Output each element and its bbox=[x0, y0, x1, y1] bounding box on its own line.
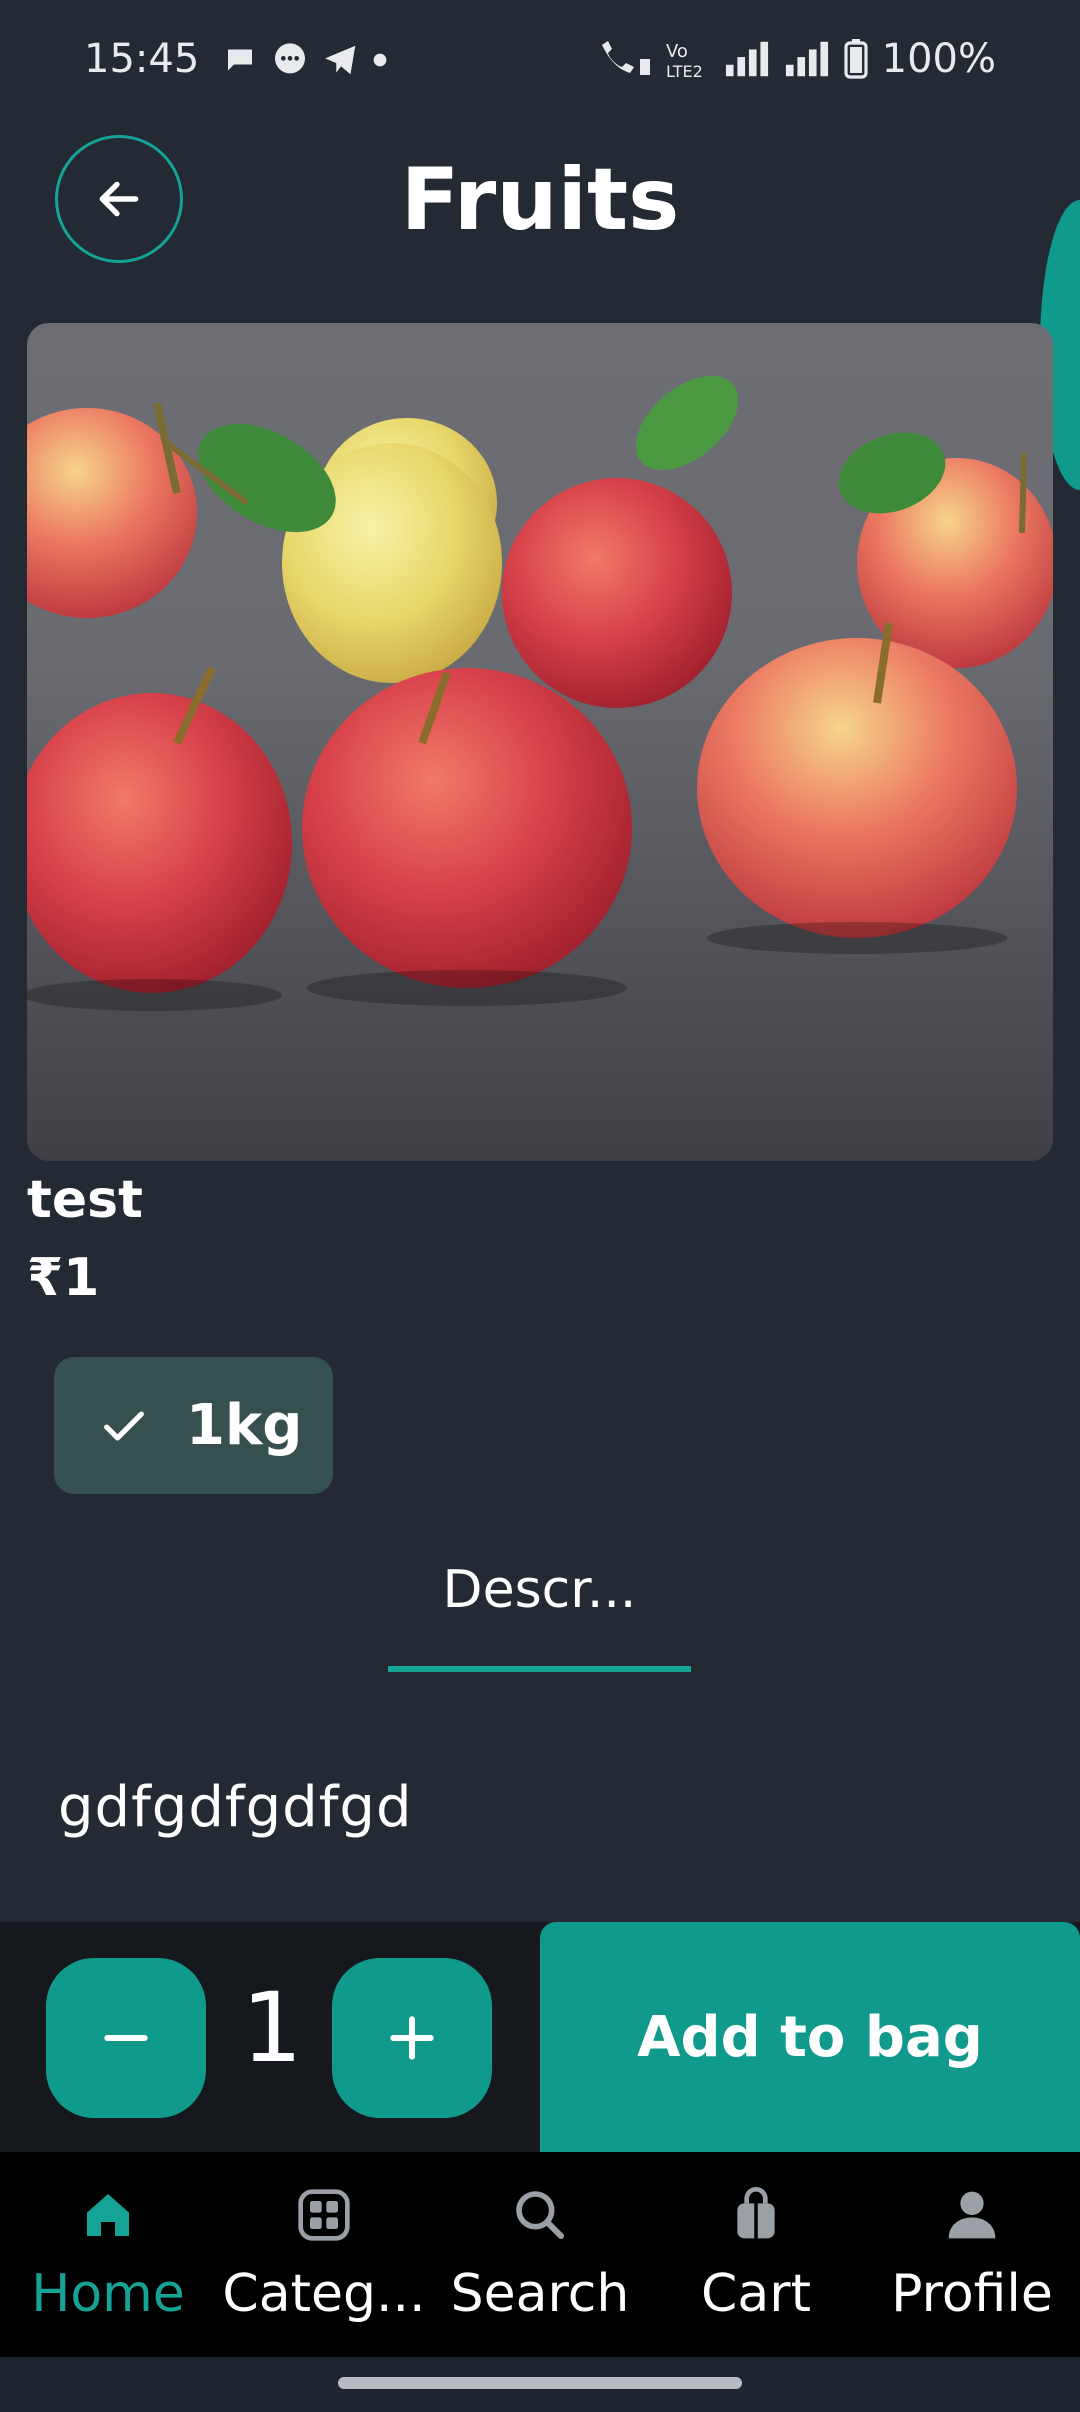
svg-text:Vo: Vo bbox=[666, 41, 688, 62]
nav-label-search: Search bbox=[450, 2264, 630, 2324]
system-status: Vo LTE2 100% bbox=[596, 36, 996, 82]
nav-label-profile: Profile bbox=[891, 2264, 1053, 2324]
wifi-call-icon bbox=[601, 41, 650, 75]
nav-item-profile[interactable]: Profile bbox=[864, 2152, 1080, 2357]
svg-text:LTE2: LTE2 bbox=[666, 62, 703, 79]
volte-icon: VoLTE2 bbox=[666, 41, 703, 79]
chat-icon bbox=[275, 43, 305, 74]
increase-quantity-button[interactable] bbox=[332, 1958, 492, 2118]
plus-icon bbox=[390, 2016, 434, 2060]
notification-icons bbox=[222, 40, 388, 80]
product-image bbox=[27, 323, 1053, 1161]
check-icon bbox=[104, 1410, 144, 1441]
apples-illustration bbox=[27, 376, 1053, 1011]
signal-icon bbox=[785, 41, 828, 77]
telegram-icon bbox=[325, 45, 356, 75]
tab-indicator bbox=[388, 1666, 691, 1672]
battery-icon bbox=[844, 39, 868, 79]
product-name: test bbox=[27, 1170, 143, 1230]
page-title: Fruits bbox=[400, 150, 680, 250]
nav-label-cart: Cart bbox=[701, 2264, 811, 2324]
decrease-quantity-button[interactable] bbox=[46, 1958, 206, 2118]
home-icon bbox=[87, 2194, 129, 2236]
battery-percent: 100% bbox=[881, 36, 996, 82]
add-to-bag-label: Add to bag bbox=[637, 2004, 983, 2070]
variant-label: 1kg bbox=[186, 1393, 303, 1458]
home-indicator[interactable] bbox=[338, 2377, 742, 2389]
bag-icon bbox=[737, 2187, 775, 2239]
minus-icon bbox=[104, 2034, 148, 2042]
product-description: gdfgdfgdfgd bbox=[58, 1775, 413, 1840]
signal-icon bbox=[725, 41, 768, 77]
nav-label-categories: Categ... bbox=[222, 2264, 426, 2324]
variant-chip-1kg[interactable]: 1kg bbox=[54, 1357, 333, 1494]
purchase-bar: 1 Add to bag bbox=[0, 1922, 1080, 2152]
nav-item-home[interactable]: Home bbox=[0, 2152, 216, 2357]
quantity-value: 1 bbox=[241, 1972, 303, 2084]
grid-icon bbox=[298, 2189, 350, 2241]
nav-label-home: Home bbox=[31, 2264, 185, 2324]
tab-description-label: Descr... bbox=[442, 1560, 637, 1620]
add-to-bag-button[interactable]: Add to bag bbox=[540, 1922, 1080, 2152]
status-bar: 15:45 Vo LTE2 100% bbox=[0, 0, 1080, 125]
nav-item-categories[interactable]: Categ... bbox=[216, 2152, 432, 2357]
nav-item-search[interactable]: Search bbox=[432, 2152, 648, 2357]
person-icon bbox=[948, 2191, 996, 2239]
bottom-navigation: Home Categ... Search Cart Profile bbox=[0, 2152, 1080, 2357]
search-icon bbox=[516, 2191, 565, 2240]
status-time: 15:45 bbox=[84, 36, 200, 82]
dot-icon bbox=[373, 53, 387, 67]
message-bubble-icon bbox=[228, 49, 252, 71]
nav-item-cart[interactable]: Cart bbox=[648, 2152, 864, 2357]
gesture-bar-area bbox=[0, 2357, 1080, 2412]
product-price: ₹1 bbox=[27, 1248, 100, 1308]
tab-description[interactable]: Descr... bbox=[388, 1560, 691, 1672]
